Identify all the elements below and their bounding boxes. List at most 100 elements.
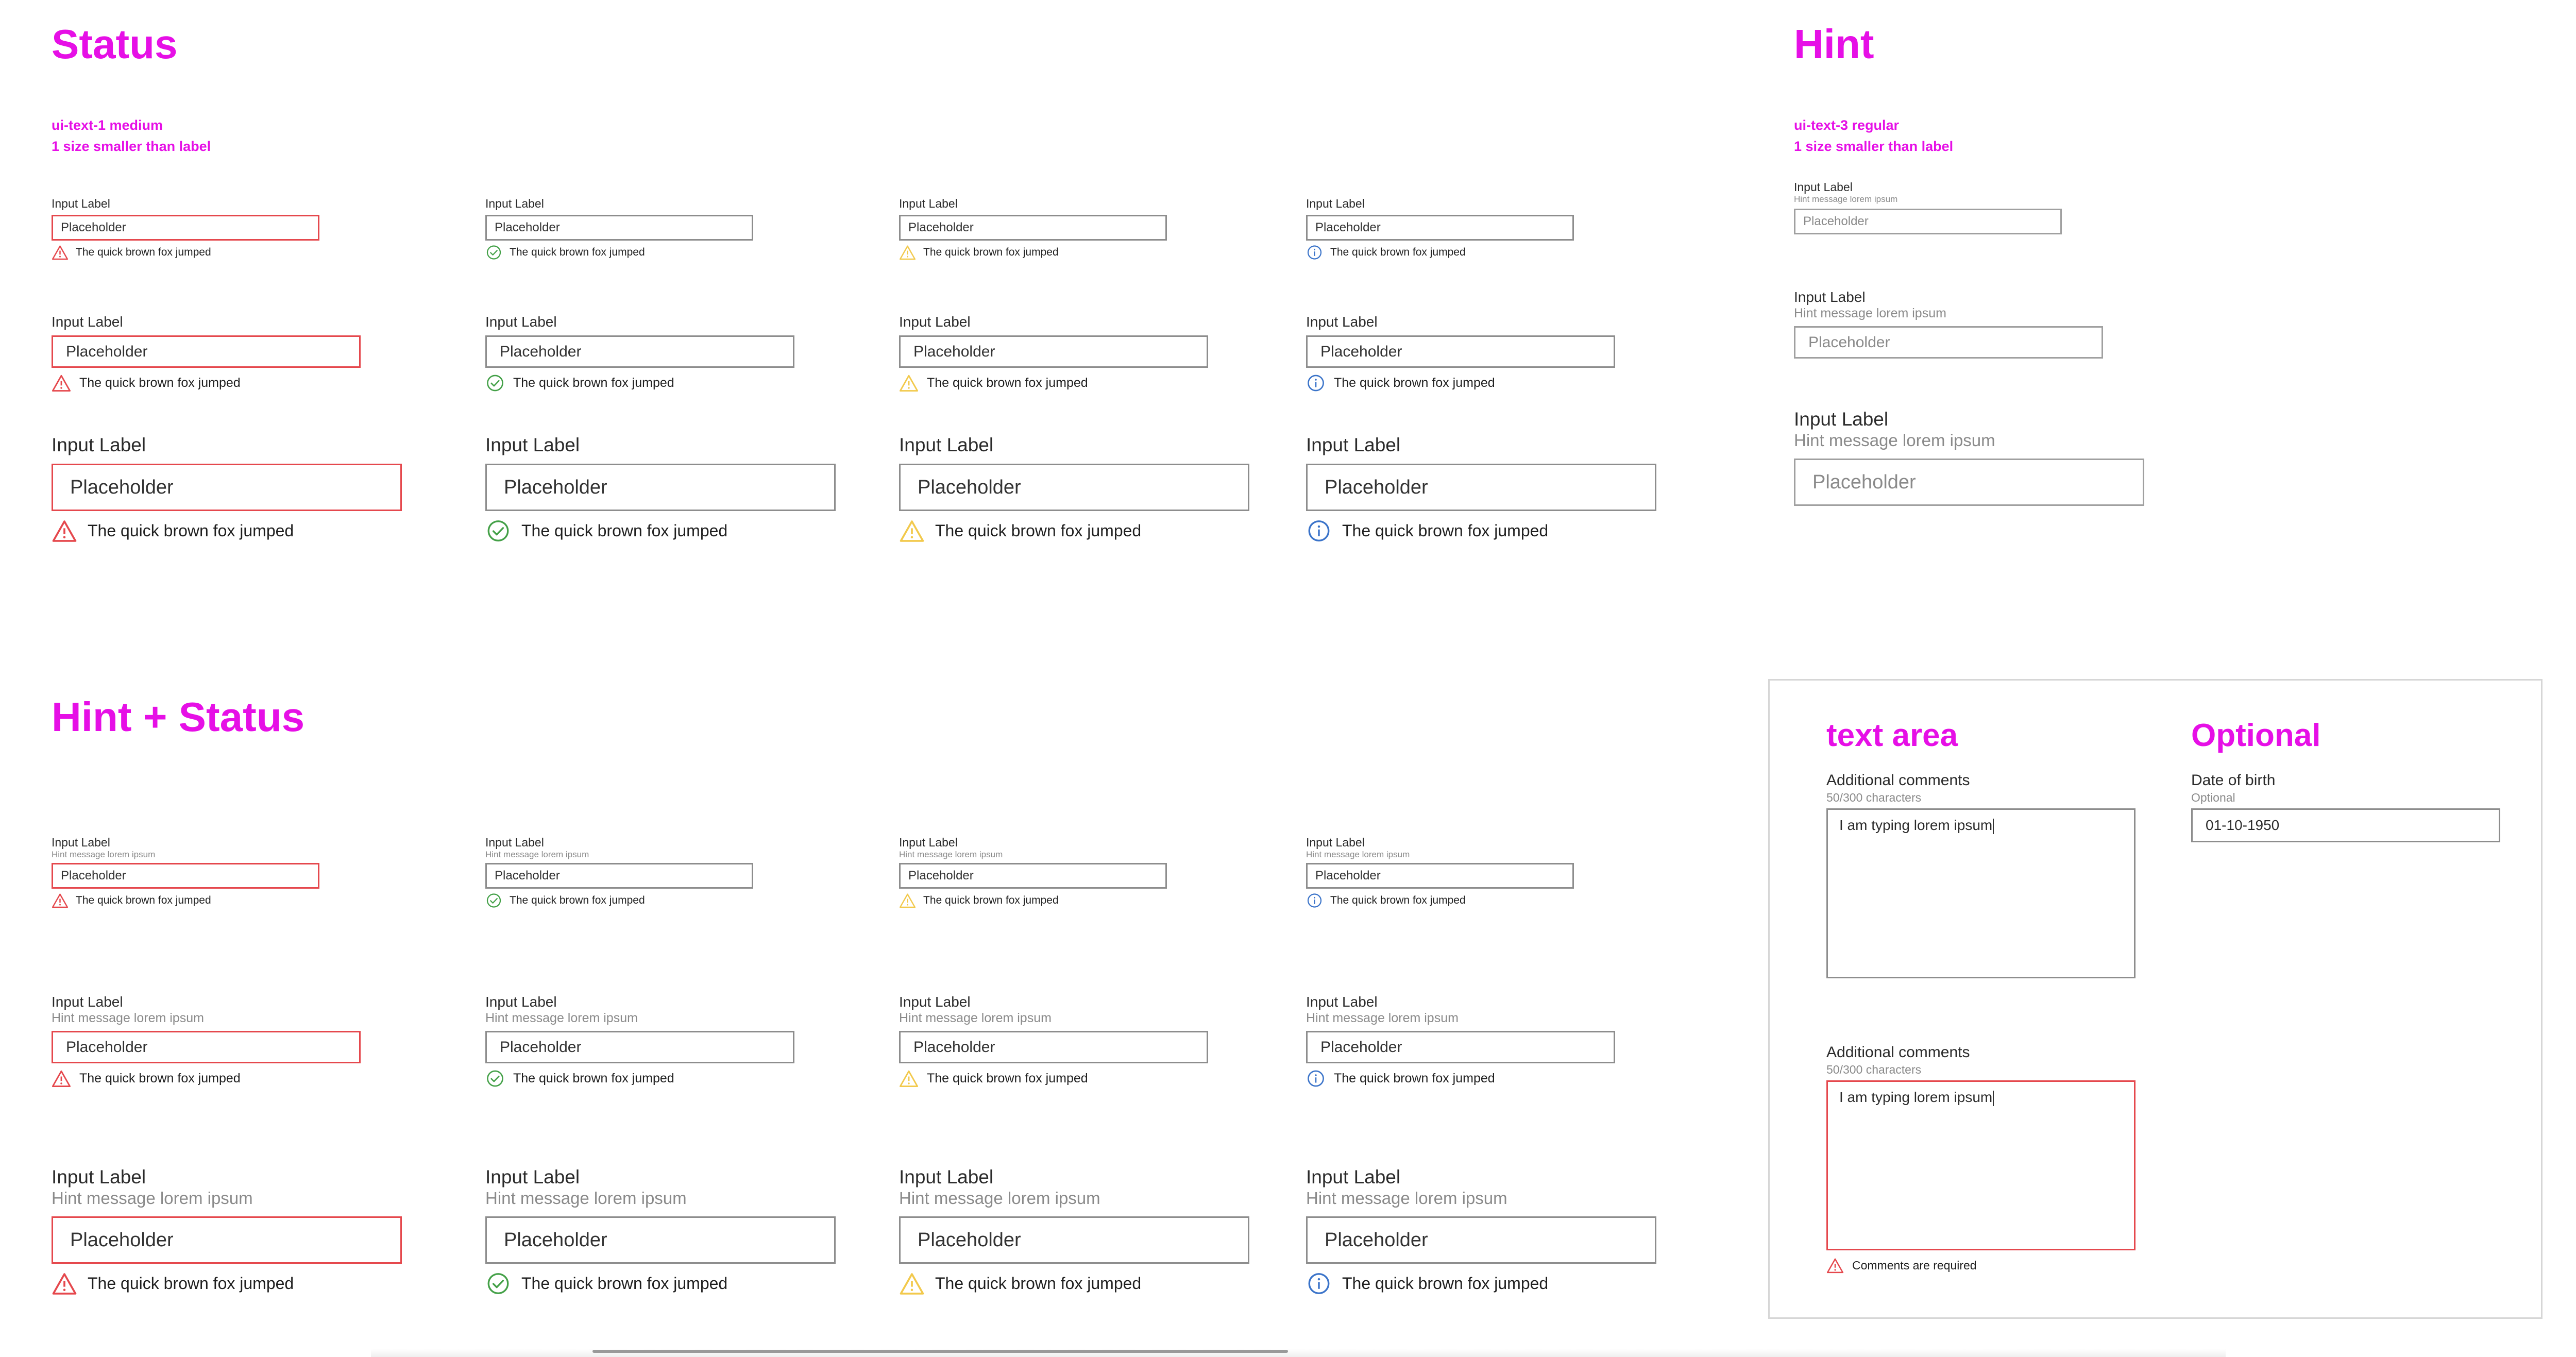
- status-message-text: The quick brown fox jumped: [935, 1274, 1142, 1293]
- text-cursor: [1993, 1090, 1994, 1106]
- text-input[interactable]: Placeholder: [1794, 209, 2062, 234]
- text-input[interactable]: Placeholder: [485, 863, 753, 889]
- input-placeholder: Placeholder: [1325, 1229, 1428, 1251]
- info-icon: [1308, 1070, 1324, 1087]
- status-medium-error-field: Input Label Placeholder The quick brown …: [52, 313, 361, 392]
- status-message: The quick brown fox jumped: [52, 1070, 361, 1088]
- hint-small-field: Input Label Hint message lorem ipsum Pla…: [1794, 180, 2062, 234]
- status-message: The quick brown fox jumped: [1306, 893, 1574, 908]
- input-placeholder: Placeholder: [70, 1229, 174, 1251]
- text-input[interactable]: Placeholder: [485, 215, 753, 241]
- status-message-text: The quick brown fox jumped: [935, 521, 1142, 540]
- input-label: Input Label: [485, 1166, 580, 1188]
- input-hint: Hint message lorem ipsum: [1306, 1189, 1507, 1208]
- text-input[interactable]: Placeholder: [52, 1031, 361, 1063]
- success-icon: [486, 245, 501, 260]
- text-input[interactable]: Placeholder: [1306, 1216, 1656, 1264]
- status-small-warning-field: Input Label Placeholder The quick brown …: [899, 197, 1167, 260]
- text-input[interactable]: Placeholder: [52, 863, 319, 889]
- status-large-info-field: Input Label Placeholder The quick brown …: [1306, 434, 1656, 542]
- comments-text-area[interactable]: I am typing lorem ipsum: [1826, 1080, 2136, 1250]
- input-label: Input Label: [52, 197, 110, 210]
- text-input[interactable]: Placeholder: [485, 1031, 794, 1063]
- input-label: Input Label: [485, 836, 544, 849]
- text-area-value: I am typing lorem ipsum: [1839, 1089, 1993, 1105]
- hint-note: ui-text-3 regular 1 size smaller than la…: [1794, 115, 1953, 157]
- input-placeholder: Placeholder: [1325, 476, 1428, 498]
- input-label: Input Label: [1306, 994, 1378, 1010]
- text-input[interactable]: Placeholder: [52, 215, 319, 241]
- status-message-text: The quick brown fox jumped: [88, 521, 294, 540]
- input-label: Input Label: [1306, 836, 1365, 849]
- character-count: 50/300 characters: [1826, 1063, 1922, 1076]
- warning-icon: [899, 245, 916, 260]
- input-placeholder: Placeholder: [918, 1229, 1021, 1251]
- input-placeholder: Placeholder: [500, 1038, 582, 1056]
- input-label: Input Label: [899, 434, 994, 455]
- text-input[interactable]: Placeholder: [1306, 335, 1615, 368]
- text-input[interactable]: Placeholder: [899, 1031, 1208, 1063]
- text-input[interactable]: Placeholder: [899, 215, 1167, 241]
- status-small-error-field: Input Label Placeholder The quick brown …: [52, 197, 319, 260]
- horizontal-scrollbar[interactable]: [592, 1350, 1288, 1353]
- text-input[interactable]: Placeholder: [485, 1216, 836, 1264]
- text-input[interactable]: Placeholder: [1306, 464, 1656, 511]
- input-placeholder: Placeholder: [495, 220, 560, 234]
- text-input[interactable]: Placeholder: [899, 863, 1167, 889]
- status-message-text: The quick brown fox jumped: [510, 246, 645, 258]
- text-input[interactable]: Placeholder: [485, 464, 836, 511]
- hint-note-line2: 1 size smaller than label: [1794, 139, 1954, 154]
- input-placeholder: Placeholder: [1808, 333, 1890, 351]
- input-label: Input Label: [485, 197, 544, 210]
- text-input[interactable]: Placeholder: [1794, 326, 2103, 359]
- warning-icon: [899, 1070, 919, 1087]
- text-input[interactable]: Placeholder: [52, 1216, 402, 1264]
- info-icon: [1308, 520, 1330, 541]
- input-placeholder: Placeholder: [913, 1038, 995, 1056]
- hint-status-large-info-field: Input Label Hint message lorem ipsum Pla…: [1306, 1166, 1656, 1295]
- error-icon: [52, 893, 69, 908]
- status-message-text: The quick brown fox jumped: [927, 376, 1088, 390]
- hint-status-medium-success-field: Input Label Hint message lorem ipsum Pla…: [485, 993, 794, 1088]
- input-label: Input Label: [899, 197, 958, 210]
- hint-status-large-success-field: Input Label Hint message lorem ipsum Pla…: [485, 1166, 836, 1295]
- status-large-success-field: Input Label Placeholder The quick brown …: [485, 434, 836, 542]
- hint-large-field: Input Label Hint message lorem ipsum Pla…: [1794, 408, 2144, 506]
- text-area-label: Additional comments: [1826, 772, 1970, 789]
- input-placeholder: Placeholder: [504, 1229, 607, 1251]
- input-placeholder: Placeholder: [1320, 1038, 1402, 1056]
- text-input[interactable]: Placeholder: [1306, 1031, 1615, 1063]
- text-input[interactable]: Placeholder: [52, 464, 402, 511]
- text-input[interactable]: Placeholder: [52, 335, 361, 368]
- text-cursor: [1993, 818, 1994, 834]
- input-placeholder: Placeholder: [1320, 343, 1402, 360]
- status-small-info-field: Input Label Placeholder The quick brown …: [1306, 197, 1574, 260]
- status-message-text: The quick brown fox jumped: [1334, 1071, 1495, 1085]
- status-note-line1: ui-text-1 medium: [52, 117, 163, 133]
- input-placeholder: Placeholder: [1315, 220, 1381, 234]
- input-placeholder: Placeholder: [918, 476, 1021, 498]
- hint-section-title: Hint: [1794, 21, 1874, 67]
- status-message-text: The quick brown fox jumped: [1342, 1274, 1549, 1293]
- status-message-text: The quick brown fox jumped: [513, 376, 674, 390]
- error-icon: [52, 1273, 77, 1295]
- hint-status-small-success-field: Input Label Hint message lorem ipsum Pla…: [485, 836, 753, 908]
- date-of-birth-input[interactable]: 01-10-1950: [2191, 808, 2500, 842]
- date-of-birth-value: 01-10-1950: [2206, 817, 2280, 833]
- text-input[interactable]: Placeholder: [1306, 215, 1574, 241]
- input-hint: Hint message lorem ipsum: [52, 1189, 253, 1208]
- text-input[interactable]: Placeholder: [899, 335, 1208, 368]
- text-input[interactable]: Placeholder: [485, 335, 794, 368]
- text-input[interactable]: Placeholder: [1306, 863, 1574, 889]
- text-input[interactable]: Placeholder: [899, 464, 1249, 511]
- input-label: Input Label: [899, 836, 958, 849]
- status-message: The quick brown fox jumped: [899, 1272, 1249, 1295]
- status-message-text: The quick brown fox jumped: [521, 521, 728, 540]
- comments-text-area[interactable]: I am typing lorem ipsum: [1826, 808, 2136, 978]
- text-input[interactable]: Placeholder: [899, 1216, 1249, 1264]
- status-message: The quick brown fox jumped: [1306, 245, 1574, 260]
- text-input[interactable]: Placeholder: [1794, 459, 2144, 506]
- text-area-value: I am typing lorem ipsum: [1839, 817, 1993, 833]
- status-message: The quick brown fox jumped: [485, 1070, 794, 1088]
- hint-status-large-error-field: Input Label Hint message lorem ipsum Pla…: [52, 1166, 402, 1295]
